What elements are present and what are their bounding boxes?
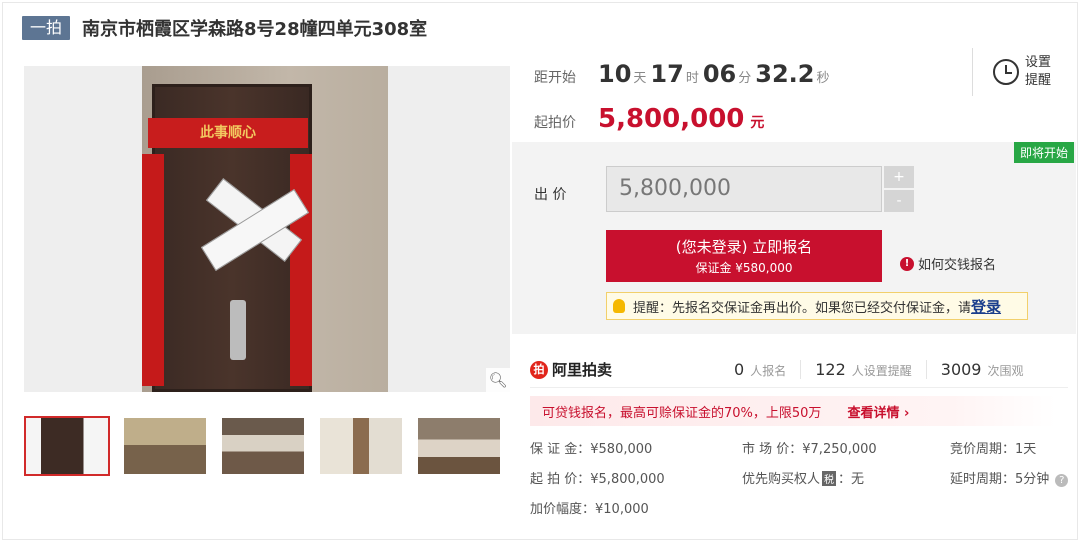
help-icon[interactable]: ? [1055,474,1069,487]
start-price-value: 5,800,000 [598,104,745,134]
tax-tag: 税 [822,471,837,486]
alarm-clock-icon [993,59,1019,85]
priority-buyer: 优先购买权人税：无 [742,471,865,487]
brand-name: 阿里拍卖 [552,361,613,379]
how-to-pay-label: 如何交钱报名 [918,258,997,273]
loan-promo-banner: 可贷钱报名，最高可赊保证金的70%，上限50万 查看详情 › [530,396,1056,426]
auction-round-badge: 一拍 [22,16,71,40]
zoom-search-icon[interactable]: 🔍︎ [486,368,510,392]
brand: 拍 阿里拍卖 [530,359,720,380]
bid-panel: 即将开始 出 价 5,800,000 + - (您未登录) 立即报名 保证金 ¥… [512,142,1076,334]
thumbnail-2[interactable] [122,416,208,476]
reminder-line2: 提醒 [1025,73,1052,88]
reminder-line1: 设置 [1025,55,1052,70]
thumbnail-3[interactable] [220,416,306,476]
lightbulb-icon [613,299,625,313]
deposit: 保 证 金：¥580,000 [530,442,653,457]
start-price-row: 起拍价 5,800,000 元 [534,104,764,134]
minutes-unit: 分 [738,71,752,86]
countdown-label: 距开始 [534,70,576,86]
set-reminder-button[interactable]: 设置 提醒 [972,48,1068,96]
days-unit: 天 [633,71,647,86]
bid-label: 出 价 [534,187,567,203]
start-price-unit: 元 [750,115,765,131]
thumbnail-4[interactable] [318,416,404,476]
signup-count: 0 人报名 [720,360,802,379]
main-image[interactable]: 此事顺心 🔍︎ [24,66,510,392]
status-badge: 即将开始 [1013,142,1074,163]
countdown-days: 10 [598,60,632,88]
how-to-pay-link[interactable]: ! 如何交钱报名 [900,254,996,273]
signup-button[interactable]: (您未登录) 立即报名 保证金 ¥580,000 [606,230,882,282]
deposit-label: 保证金 ¥580,000 [695,261,793,275]
info-icon: ! [900,256,914,271]
seconds-unit: 秒 [816,71,830,86]
couplet-top: 此事顺心 [148,118,308,148]
start-price-label: 起拍价 [534,115,576,131]
tip-text: 提醒：先报名交保证金再出价。如果您已经交付保证金，请 [633,300,972,316]
reminder-count: 122 人设置提醒 [801,360,927,379]
thumbnail-1[interactable] [24,416,110,476]
countdown-minutes: 06 [702,60,737,88]
thumbnail-strip [24,416,502,476]
detail-start-price: 起 拍 价：¥5,800,000 [530,472,665,487]
market-price: 市 场 价：¥7,250,000 [742,442,877,457]
decrease-button[interactable]: - [884,190,914,212]
bid-amount-input[interactable]: 5,800,000 [606,166,882,212]
ali-auction-logo-icon: 拍 [530,360,548,379]
login-tip: 提醒：先报名交保证金再出价。如果您已经交付保证金，请 登录 [606,292,1028,320]
increment: 加价幅度：¥10,000 [530,502,649,517]
delay-period: 延时周期：5分钟? [950,468,1069,487]
couplet-left [142,154,164,386]
thumbnail-5[interactable] [416,416,502,476]
page-title: 南京市栖霞区学森路8号28幢四单元308室 [82,19,428,40]
header: 一拍 南京市栖霞区学森路8号28幢四单元308室 [22,14,427,42]
bid-period: 竞价周期：1天 [950,442,1037,457]
countdown-hours: 17 [650,60,684,88]
door-handle [230,300,246,360]
countdown-seconds: 32.2 [755,60,815,88]
promo-detail-link[interactable]: 查看详情 › [847,402,909,421]
promo-text: 可贷钱报名，最高可赊保证金的70%，上限50万 [542,405,822,421]
login-link[interactable]: 登录 [971,296,1001,317]
view-count: 3009 次围观 [940,360,1024,379]
hours-unit: 时 [685,71,699,86]
bid-stepper: + - [884,166,914,212]
signup-label: (您未登录) 立即报名 [675,238,813,256]
stats-bar: 拍 阿里拍卖 0 人报名 122 人设置提醒 3009 次围观 [530,352,1068,388]
countdown: 距开始 10 天 17 时 06 分 32.2 秒 [534,60,834,88]
increase-button[interactable]: + [884,166,914,188]
